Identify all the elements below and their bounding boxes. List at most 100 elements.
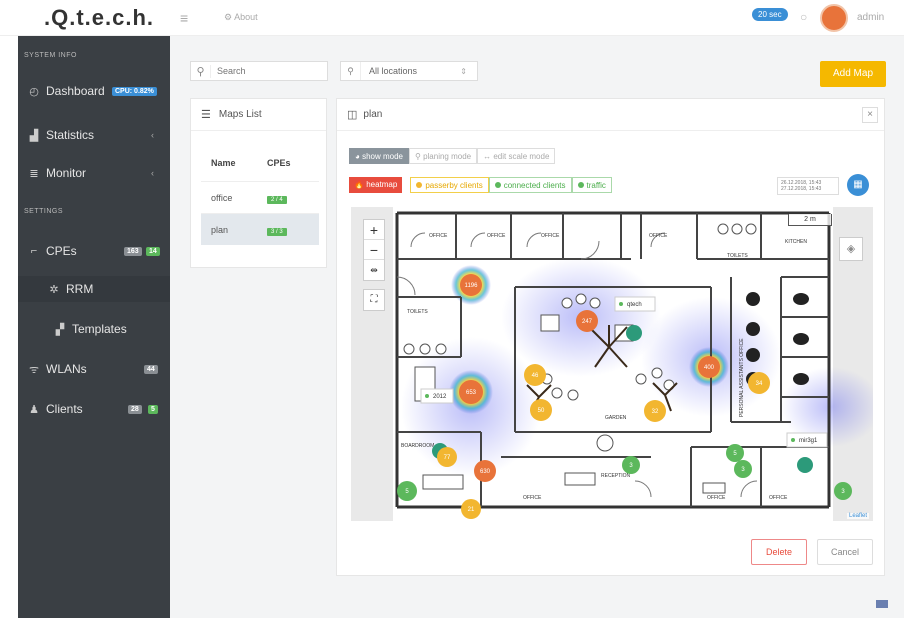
leaflet-attribution[interactable]: Leaflet [846,513,869,519]
cluster-count: 1196 [465,283,479,289]
refresh-badge[interactable]: 20 sec [752,8,788,21]
templates-icon: ▞ [55,323,65,336]
username[interactable]: admin [857,12,884,23]
ruler-icon[interactable]: ⇹ [364,260,384,280]
avatar[interactable] [820,4,848,32]
connected-filter[interactable]: connected clients [488,177,572,193]
filter-label: connected clients [503,181,566,190]
room-label: BOARDROOM [401,443,434,449]
room-label: TOILETS [407,309,428,315]
cancel-button[interactable]: Cancel [817,539,873,565]
mode-switch: ◕ show mode ⚲ planing mode ↔ edit scale … [349,148,556,164]
about-link[interactable]: ⚙ About [224,12,258,23]
room-label: GARDEN [605,415,627,421]
delete-button[interactable]: Delete [751,539,807,565]
sidebar-item-dashboard[interactable]: ◴ Dashboard CPU: 0.82% [18,78,170,104]
chevron-left-icon: ‹ [151,130,154,140]
sidebar-item-templates[interactable]: ▞ Templates [18,316,170,342]
cpe-icon: ⌐ [30,245,38,257]
chevron-left-icon: ‹ [151,168,154,178]
mode-label: show mode [362,152,403,161]
logo[interactable]: .Q.t.e.c.h. [30,4,168,32]
close-button[interactable]: × [862,107,878,123]
passerby-filter[interactable]: passerby clients [410,177,489,193]
sidebar-item-monitor[interactable]: ≣ Monitor ‹ [18,160,170,186]
zoom-in-button[interactable]: + [364,220,384,240]
cpe-cell: 3 / 3 [257,225,317,236]
menu-toggle-icon[interactable]: ≡ [180,10,188,26]
select-arrow-icon: ⇕ [460,66,467,76]
edit-scale-mode-button[interactable]: ↔ edit scale mode [477,148,556,164]
calendar-button[interactable]: ▦ [847,174,869,196]
sidebar-item-label: Clients [46,402,83,416]
zoom-control: + − ⇹ [363,219,385,281]
mode-label: planing mode [423,152,472,161]
bar-chart-icon: ▟ [29,129,39,142]
search-box[interactable]: ⚲ [190,61,328,81]
plan-title: plan [363,109,383,120]
ap-label: 2012 [433,394,447,400]
clients-online-badge: 5 [148,404,158,414]
table-row[interactable]: plan 3 / 3 [201,213,319,245]
heatmap-toggle[interactable]: 🔥 heatmap [349,177,403,193]
maps-list-title: Maps List [218,109,262,120]
ap-marker[interactable] [626,325,642,341]
cluster-count: 46 [532,373,539,379]
ap-marker[interactable] [797,457,813,473]
sidebar-item-label: WLANs [46,362,87,376]
sidebar: SYSTEM INFO ◴ Dashboard CPU: 0.82% ▟ Sta… [18,36,170,618]
ap-label: qtech [627,302,642,308]
sidebar-item-rrm[interactable]: ✲ RRM [18,276,170,302]
section-system-info: SYSTEM INFO [24,52,77,59]
cluster-count: 32 [652,409,659,415]
dot-icon [416,182,423,188]
fullscreen-button[interactable]: ⛶ [363,289,385,311]
cluster-count: 653 [466,390,477,396]
show-mode-button[interactable]: ◕ show mode [349,148,409,164]
cpe-cell: 2 / 4 [257,193,317,204]
sidebar-item-label: CPEs [46,244,77,258]
filter-label: traffic [586,181,606,190]
traffic-filter[interactable]: traffic [571,177,612,193]
date-range[interactable]: 26.12.2018, 15:43 27.12.2018, 15:43 [777,177,839,195]
sidebar-item-label: Dashboard [46,84,105,98]
top-bar: .Q.t.e.c.h. ≡ ⚙ About 20 sec ○ admin [0,0,904,36]
sidebar-item-cpes[interactable]: ⌐ CPEs 163 14 [18,238,170,264]
room-label: OFFICE [429,233,448,239]
add-map-button[interactable]: Add Map [820,61,886,87]
plan-panel: ◫ plan × ◕ show mode ⚲ planing mode ↔ ed… [336,98,885,576]
filter-bar: 🔥 heatmap passerby clients connected cli… [349,177,612,193]
date-to: 27.12.2018, 15:43 [781,186,822,192]
room-label: TOILETS [727,253,748,259]
ap-label: mir3g1 [799,438,818,444]
room-label: KITCHEN [785,239,807,245]
mode-label: edit scale mode [493,152,550,161]
clients-total-badge: 28 [128,404,142,414]
dot-icon [577,182,584,188]
search-icon: ⚲ [191,64,211,78]
cluster-count: 630 [480,469,491,475]
floorplan-map[interactable]: OFFICE OFFICE OFFICE OFFICE KITCHEN TOIL… [351,207,873,521]
cluster-count: 77 [444,455,451,461]
sidebar-item-statistics[interactable]: ▟ Statistics ‹ [18,122,170,148]
sidebar-item-wlans[interactable]: ᯤ WLANs 44 [18,356,170,382]
dot-icon [494,182,501,188]
table-row[interactable]: office 2 / 4 [201,181,319,213]
search-input[interactable] [211,66,311,76]
sidebar-item-clients[interactable]: ♟ Clients 28 5 [18,396,170,422]
room-label: PERSONAL ASSISTANTS OFFICE [739,338,745,417]
layers-icon[interactable]: ◈ [839,237,863,261]
sidebar-item-label: Monitor [46,166,87,180]
cluster-count: 50 [538,408,545,414]
planing-mode-button[interactable]: ⚲ planing mode [408,148,478,164]
heatmap-label: heatmap [366,180,398,189]
room-label: OFFICE [487,233,506,239]
bell-icon[interactable]: ○ [800,10,807,24]
cluster-count: 400 [704,365,715,371]
location-select[interactable]: ⚲ All locations ⇕ [340,61,478,81]
floorplan-svg: OFFICE OFFICE OFFICE OFFICE KITCHEN TOIL… [393,207,873,521]
language-flag-icon[interactable] [876,600,888,608]
cluster-count: 34 [756,381,763,387]
cpe-online-badge: 14 [146,246,160,256]
zoom-out-button[interactable]: − [364,240,384,260]
